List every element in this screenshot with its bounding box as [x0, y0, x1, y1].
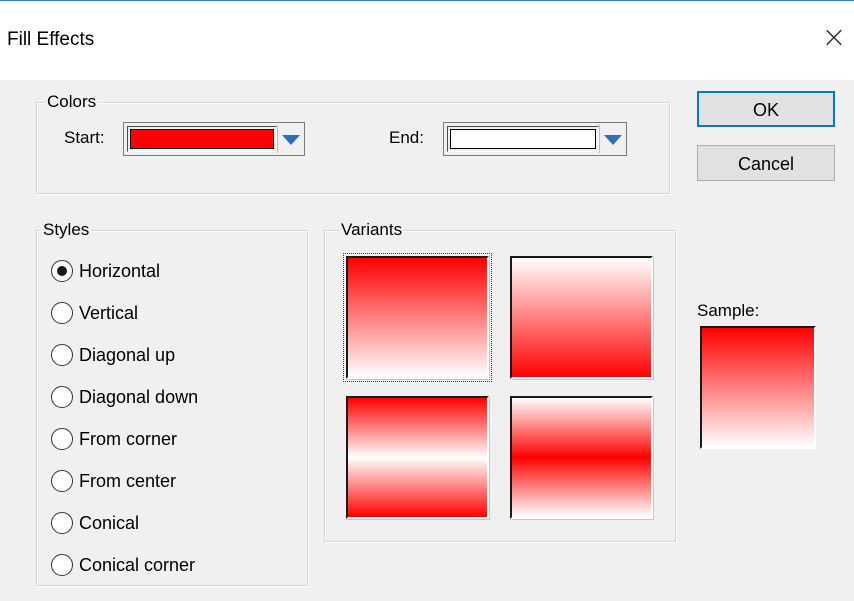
colors-group: Colors Start: End:	[36, 92, 670, 194]
styles-legend: Styles	[41, 220, 92, 240]
radio-label: Vertical	[79, 303, 139, 323]
sample-preview	[700, 326, 816, 449]
radio-button[interactable]	[51, 428, 73, 450]
dialog-body: Colors Start: End: OK Cancel Styles Hori…	[0, 80, 854, 601]
variant-white-to-red[interactable]	[510, 256, 653, 379]
variants-group: Variants	[324, 220, 676, 542]
close-icon[interactable]: ×	[814, 23, 854, 55]
variant-red-to-white[interactable]	[343, 253, 492, 382]
end-label: End:	[389, 128, 424, 147]
cancel-button[interactable]: Cancel	[697, 145, 835, 181]
radio-label: Conical	[79, 513, 140, 533]
variant-white-red-white[interactable]	[510, 396, 653, 519]
radio-button[interactable]	[51, 512, 73, 534]
chevron-down-icon[interactable]	[282, 135, 300, 145]
variants-legend: Variants	[339, 220, 405, 240]
window-title: Fill Effects	[7, 29, 95, 50]
end-color-swatch	[450, 129, 596, 149]
title-bar: Fill Effects ×	[0, 0, 854, 80]
sample-label: Sample:	[697, 301, 760, 320]
variant-red-white-red[interactable]	[346, 396, 489, 519]
radio-label: Horizontal	[79, 261, 161, 281]
radio-label: From corner	[79, 429, 178, 449]
radio-label: From center	[79, 471, 177, 491]
start-label: Start:	[64, 128, 105, 147]
radio-button[interactable]	[51, 302, 73, 324]
radio-selected-dot	[57, 266, 67, 276]
radio-label: Conical corner	[79, 555, 196, 575]
radio-label: Diagonal up	[79, 345, 176, 365]
start-color-dropdown[interactable]	[123, 122, 305, 156]
radio-button[interactable]	[51, 554, 73, 576]
styles-group: Styles Horizontal Vertical Diagonal up D…	[36, 220, 308, 586]
ok-button[interactable]: OK	[697, 91, 835, 127]
radio-button[interactable]	[51, 260, 73, 282]
colors-legend: Colors	[45, 92, 99, 112]
radio-button[interactable]	[51, 470, 73, 492]
start-color-swatch	[130, 129, 274, 149]
radio-label: Diagonal down	[79, 387, 199, 407]
end-color-dropdown[interactable]	[443, 122, 627, 156]
radio-button[interactable]	[51, 344, 73, 366]
chevron-down-icon[interactable]	[604, 135, 622, 145]
radio-button[interactable]	[51, 386, 73, 408]
